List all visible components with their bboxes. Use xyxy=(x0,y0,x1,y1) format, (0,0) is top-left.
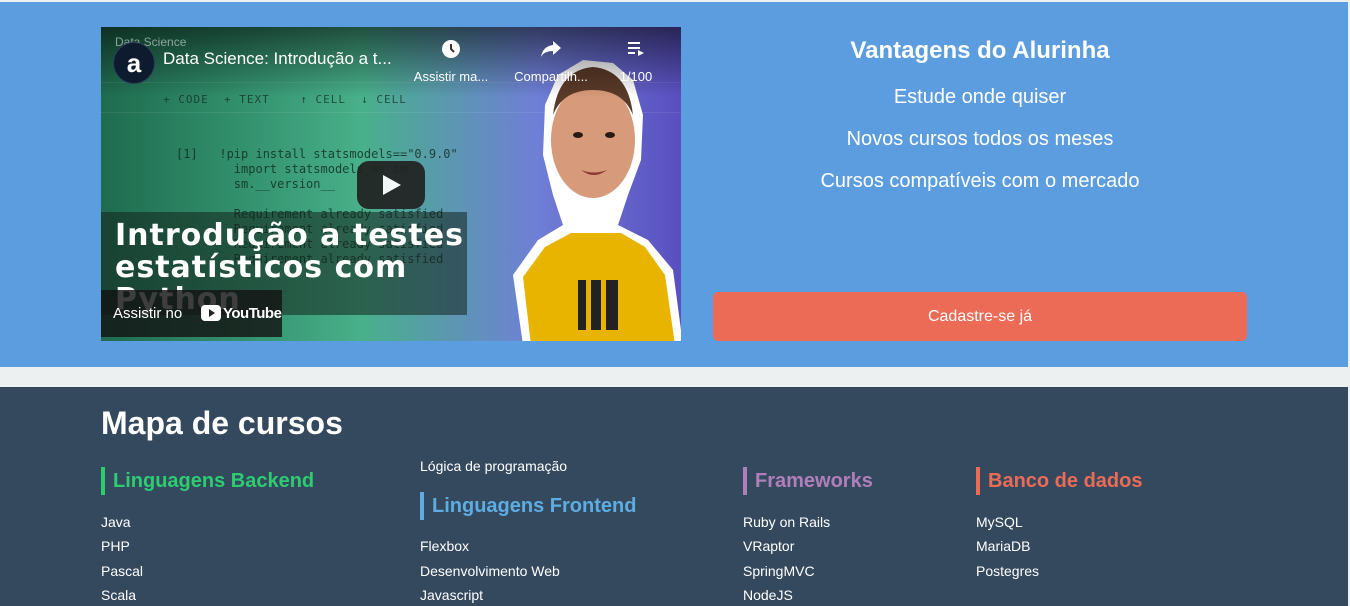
databases-heading: Banco de dados xyxy=(976,467,1142,495)
advantages-title: Vantagens do Alurinha xyxy=(850,37,1110,64)
course-link-rails[interactable]: Ruby on Rails xyxy=(743,514,830,530)
video-title[interactable]: Data Science: Introdução a t... xyxy=(163,49,392,69)
play-button[interactable] xyxy=(357,161,425,209)
course-link-pascal[interactable]: Pascal xyxy=(101,563,143,579)
course-link-web[interactable]: Desenvolvimento Web xyxy=(420,563,560,579)
course-map-title: Mapa de cursos xyxy=(101,405,343,441)
overlay-line-2: estatísticos com xyxy=(115,250,408,285)
course-link-postegres[interactable]: Postegres xyxy=(976,563,1039,579)
course-link-mariadb[interactable]: MariaDB xyxy=(976,538,1030,554)
share-label: Compartilh... xyxy=(514,69,588,84)
share-button[interactable]: Compartilh... xyxy=(509,39,593,84)
course-link-logica[interactable]: Lógica de programação xyxy=(420,458,567,474)
course-link-scala[interactable]: Scala xyxy=(101,587,136,603)
channel-avatar[interactable]: a xyxy=(113,42,155,84)
youtube-logo-icon xyxy=(201,305,221,321)
youtube-video-embed[interactable]: + CODE + TEXT ↑ CELL ↓ CELL [1] !pip ins… xyxy=(101,27,681,341)
clock-icon xyxy=(411,39,491,63)
course-link-flexbox[interactable]: Flexbox xyxy=(420,538,469,554)
backend-heading: Linguagens Backend xyxy=(101,467,314,495)
watch-on-youtube-button[interactable]: Assistir no YouTube xyxy=(101,290,282,337)
watch-later-button[interactable]: Assistir ma... xyxy=(411,39,491,84)
course-map-section: Mapa de cursos Linguagens Backend Java P… xyxy=(0,387,1348,606)
signup-button[interactable]: Cadastre-se já xyxy=(713,292,1247,341)
channel-logo-letter: a xyxy=(126,48,142,78)
overlay-line-1: Introdução a testes xyxy=(115,218,464,253)
course-link-vraptor[interactable]: VRaptor xyxy=(743,538,794,554)
playlist-button[interactable]: 1/100 xyxy=(611,39,661,84)
section-gap xyxy=(0,367,1350,387)
advantage-item: Cursos compatíveis com o mercado xyxy=(820,170,1140,192)
course-link-javascript[interactable]: Javascript xyxy=(420,587,483,603)
frontend-heading: Linguagens Frontend xyxy=(420,492,636,520)
course-link-mysql[interactable]: MySQL xyxy=(976,514,1023,530)
course-link-php[interactable]: PHP xyxy=(101,538,130,554)
watch-later-label: Assistir ma... xyxy=(413,69,489,84)
advantage-item: Novos cursos todos os meses xyxy=(846,128,1114,150)
course-link-springmvc[interactable]: SpringMVC xyxy=(743,563,815,579)
playlist-counter: 1/100 xyxy=(619,69,653,84)
course-link-java[interactable]: Java xyxy=(101,514,131,530)
watch-on-label: Assistir no xyxy=(113,305,183,322)
share-icon xyxy=(509,39,593,63)
frameworks-heading: Frameworks xyxy=(743,467,873,495)
advantage-item: Estude onde quiser xyxy=(893,86,1067,108)
course-link-nodejs[interactable]: NodeJS xyxy=(743,587,793,603)
youtube-wordmark: YouTube xyxy=(223,305,282,322)
play-icon xyxy=(383,175,401,195)
playlist-icon xyxy=(611,39,661,63)
